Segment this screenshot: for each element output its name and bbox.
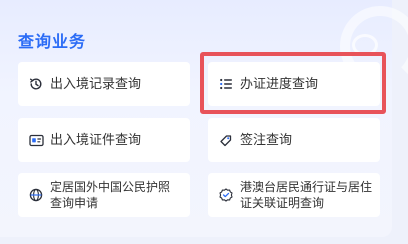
id-card-icon <box>28 132 44 148</box>
globe-icon <box>28 187 44 203</box>
history-clock-icon <box>28 76 44 92</box>
item-label: 出入境证件查询 <box>50 132 142 148</box>
item-label: 出入境记录查询 <box>50 76 142 92</box>
query-services-panel: 查询业务 出入境记录查询 办证进度查询 出入境证件查询 签注查询 定居国外中国公… <box>0 0 408 237</box>
item-label: 办证进度查询 <box>240 76 319 92</box>
section-title: 查询业务 <box>18 32 87 51</box>
item-label: 签注查询 <box>240 132 293 148</box>
overseas-citizen-passport-query-button[interactable]: 定居国外中国公民护照查询申请 <box>18 173 190 217</box>
badge-check-icon <box>218 187 234 203</box>
hk-macao-taiwan-residence-proof-query-button[interactable]: 港澳台居民通行证与居住证关联证明查询 <box>208 173 380 217</box>
endorsement-query-button[interactable]: 签注查询 <box>208 118 380 162</box>
list-progress-icon <box>218 76 234 92</box>
certificate-progress-query-button[interactable]: 办证进度查询 <box>208 62 380 106</box>
entry-exit-record-query-button[interactable]: 出入境记录查询 <box>18 62 190 106</box>
tag-icon <box>218 132 234 148</box>
item-label: 定居国外中国公民护照查询申请 <box>50 180 171 210</box>
decorative-ring-small <box>352 34 378 56</box>
entry-exit-document-query-button[interactable]: 出入境证件查询 <box>18 118 190 162</box>
item-label: 港澳台居民通行证与居住证关联证明查询 <box>240 180 373 210</box>
